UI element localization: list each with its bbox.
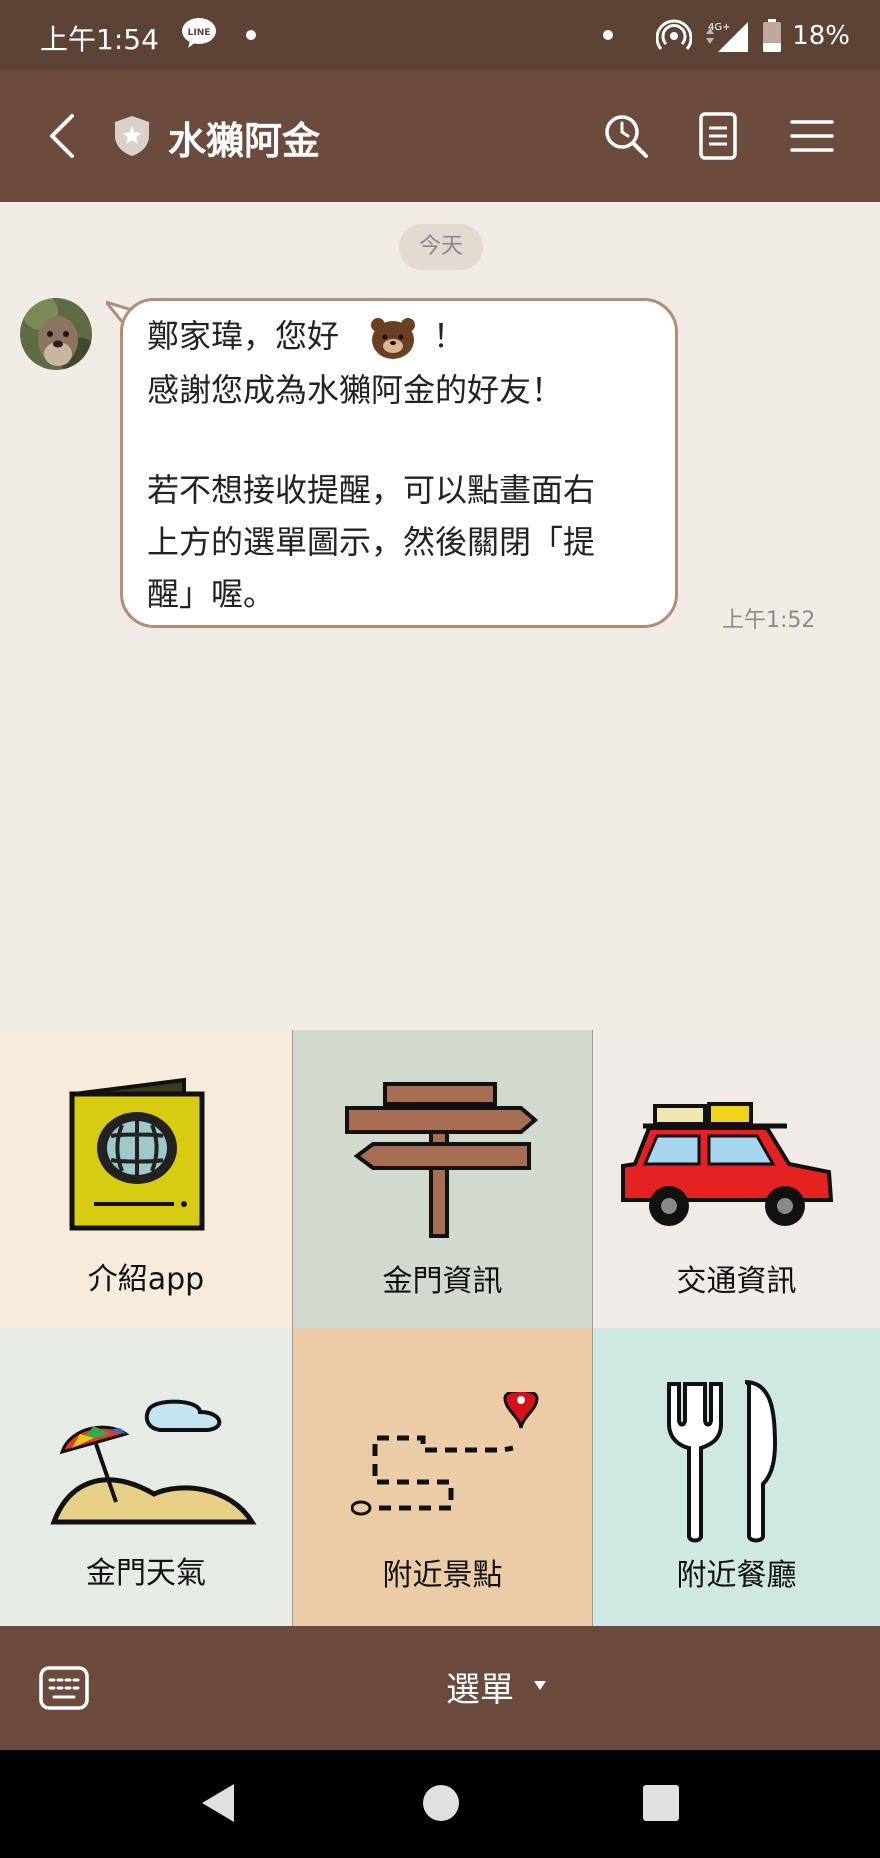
message-line: 鄭家瑋，您好 [147,317,340,355]
message-time: 上午1:52 [722,608,816,633]
menu-item-intro-app[interactable]: 介紹app [0,1030,293,1328]
message-line: 上方的選單圖示，然後關閉「提 [147,523,596,561]
message-line: 若不想接收提醒，可以點畫面右 [147,471,596,509]
notes-icon[interactable] [692,110,744,162]
car-icon [621,1102,834,1226]
chat-area[interactable]: 今天 鄭家瑋，您好 ！ 感謝您成為水獺阿金的好友！ 若不想接收提醒，可以點畫面右… [0,202,880,1030]
fork-knife-icon [667,1380,778,1543]
keyboard-icon[interactable] [38,1662,90,1714]
shield-icon [115,116,149,156]
chat-header: 水獺阿金 [0,70,880,202]
beach-umbrella-icon [50,1399,257,1525]
menu-item-nearby-restaurants[interactable]: 附近餐廳 [593,1328,880,1626]
menu-item-label: 附近餐廳 [676,1558,797,1593]
menu-item-nearby-attractions[interactable]: 附近景點 [293,1328,593,1626]
battery-icon [763,19,782,52]
bear-emoji [371,318,415,359]
menu-item-kinmen-weather[interactable]: 金門天氣 [0,1328,293,1626]
caret-down-icon[interactable] [532,1678,548,1692]
chat-title: 水獺阿金 [168,119,321,163]
menu-icon[interactable] [786,110,838,162]
message-line: ！ [433,317,466,355]
search-icon[interactable] [600,110,652,162]
message-line: 感謝您成為水獺阿金的好友！ [147,371,564,409]
notification-dot [246,30,256,40]
nav-recents-icon[interactable] [640,1780,682,1826]
nav-home-icon[interactable] [418,1780,464,1826]
signal-icon: 4G+ [706,22,749,52]
menu-item-label: 金門天氣 [86,1556,206,1591]
message-line: 醒」喔。 [147,575,276,613]
menu-item-label: 介紹app [87,1262,205,1297]
menu-item-transport-info[interactable]: 交通資訊 [593,1030,880,1328]
bottom-bar: 選單 [0,1626,880,1750]
menu-item-kinmen-info[interactable]: 金門資訊 [293,1030,593,1328]
rich-menu: 介紹app 金門資訊 交通資訊 金門天氣 附近景點 附近餐廳 [0,1030,880,1626]
system-nav-bar [0,1750,880,1858]
route-map-icon [351,1392,539,1516]
hotspot-icon [656,19,693,50]
date-separator: 今天 [399,224,483,270]
battery-percent: 18% [792,21,850,51]
notification-dot [603,30,613,40]
back-icon[interactable] [42,108,82,164]
otter-avatar[interactable] [20,298,92,370]
line-icon: LINE [182,18,216,48]
passport-icon [69,1077,205,1231]
status-bar: 上午1:54 LINE 4G+ 18% [0,0,880,70]
menu-item-label: 金門資訊 [382,1264,503,1299]
signpost-icon [345,1082,539,1238]
nav-back-icon[interactable] [196,1780,240,1826]
svg-text:LINE: LINE [188,28,211,38]
menu-item-label: 交通資訊 [676,1264,797,1299]
menu-item-label: 附近景點 [382,1558,503,1593]
menu-toggle-label[interactable]: 選單 [446,1662,514,1711]
status-time: 上午1:54 [40,23,159,56]
message-bubble[interactable]: 鄭家瑋，您好 ！ 感謝您成為水獺阿金的好友！ 若不想接收提醒，可以點畫面右 上方… [120,298,678,628]
